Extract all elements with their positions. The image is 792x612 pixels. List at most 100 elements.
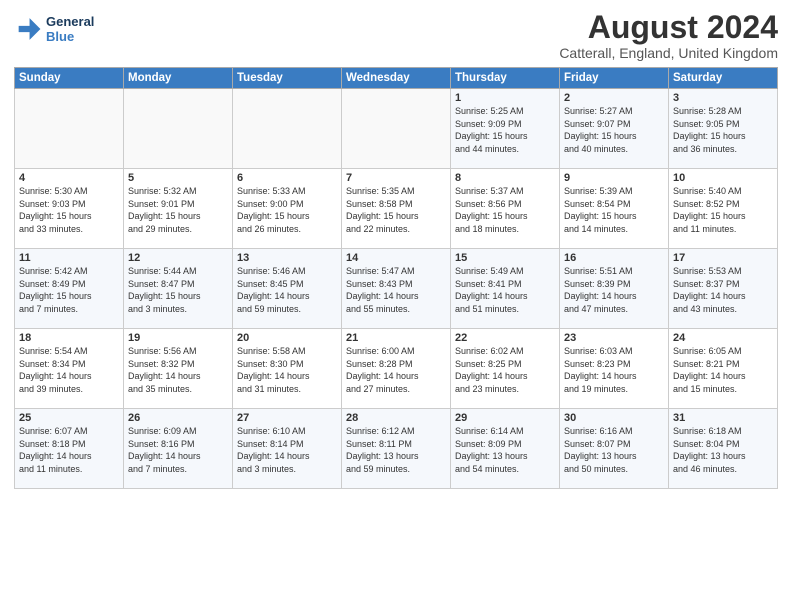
calendar-cell: 30Sunrise: 6:16 AM Sunset: 8:07 PM Dayli… <box>560 409 669 489</box>
col-monday: Monday <box>124 68 233 89</box>
calendar-cell: 23Sunrise: 6:03 AM Sunset: 8:23 PM Dayli… <box>560 329 669 409</box>
calendar-cell: 4Sunrise: 5:30 AM Sunset: 9:03 PM Daylig… <box>15 169 124 249</box>
day-number: 31 <box>673 412 773 424</box>
day-number: 29 <box>455 412 555 424</box>
calendar-cell: 26Sunrise: 6:09 AM Sunset: 8:16 PM Dayli… <box>124 409 233 489</box>
title-block: August 2024 Catterall, England, United K… <box>559 10 778 61</box>
day-info: Sunrise: 5:27 AM Sunset: 9:07 PM Dayligh… <box>564 105 664 155</box>
col-thursday: Thursday <box>451 68 560 89</box>
day-info: Sunrise: 5:49 AM Sunset: 8:41 PM Dayligh… <box>455 265 555 315</box>
day-number: 7 <box>346 172 446 184</box>
calendar-cell: 27Sunrise: 6:10 AM Sunset: 8:14 PM Dayli… <box>233 409 342 489</box>
calendar-cell: 8Sunrise: 5:37 AM Sunset: 8:56 PM Daylig… <box>451 169 560 249</box>
day-number: 10 <box>673 172 773 184</box>
day-info: Sunrise: 5:42 AM Sunset: 8:49 PM Dayligh… <box>19 265 119 315</box>
day-info: Sunrise: 6:03 AM Sunset: 8:23 PM Dayligh… <box>564 345 664 395</box>
day-info: Sunrise: 5:30 AM Sunset: 9:03 PM Dayligh… <box>19 185 119 235</box>
day-number: 22 <box>455 332 555 344</box>
day-number: 3 <box>673 92 773 104</box>
logo-icon <box>14 15 42 43</box>
day-number: 5 <box>128 172 228 184</box>
day-info: Sunrise: 5:33 AM Sunset: 9:00 PM Dayligh… <box>237 185 337 235</box>
day-info: Sunrise: 5:53 AM Sunset: 8:37 PM Dayligh… <box>673 265 773 315</box>
calendar-cell: 13Sunrise: 5:46 AM Sunset: 8:45 PM Dayli… <box>233 249 342 329</box>
calendar-cell: 19Sunrise: 5:56 AM Sunset: 8:32 PM Dayli… <box>124 329 233 409</box>
day-info: Sunrise: 6:05 AM Sunset: 8:21 PM Dayligh… <box>673 345 773 395</box>
calendar-cell: 28Sunrise: 6:12 AM Sunset: 8:11 PM Dayli… <box>342 409 451 489</box>
calendar-cell: 3Sunrise: 5:28 AM Sunset: 9:05 PM Daylig… <box>669 89 778 169</box>
calendar-cell: 17Sunrise: 5:53 AM Sunset: 8:37 PM Dayli… <box>669 249 778 329</box>
day-number: 9 <box>564 172 664 184</box>
calendar-cell: 11Sunrise: 5:42 AM Sunset: 8:49 PM Dayli… <box>15 249 124 329</box>
day-number: 19 <box>128 332 228 344</box>
calendar-cell: 20Sunrise: 5:58 AM Sunset: 8:30 PM Dayli… <box>233 329 342 409</box>
calendar-cell: 24Sunrise: 6:05 AM Sunset: 8:21 PM Dayli… <box>669 329 778 409</box>
col-wednesday: Wednesday <box>342 68 451 89</box>
day-number: 23 <box>564 332 664 344</box>
day-number: 15 <box>455 252 555 264</box>
col-friday: Friday <box>560 68 669 89</box>
day-info: Sunrise: 5:28 AM Sunset: 9:05 PM Dayligh… <box>673 105 773 155</box>
calendar-cell: 5Sunrise: 5:32 AM Sunset: 9:01 PM Daylig… <box>124 169 233 249</box>
calendar-week-5: 25Sunrise: 6:07 AM Sunset: 8:18 PM Dayli… <box>15 409 778 489</box>
day-number: 28 <box>346 412 446 424</box>
day-number: 17 <box>673 252 773 264</box>
calendar-cell: 1Sunrise: 5:25 AM Sunset: 9:09 PM Daylig… <box>451 89 560 169</box>
day-info: Sunrise: 6:07 AM Sunset: 8:18 PM Dayligh… <box>19 425 119 475</box>
day-number: 18 <box>19 332 119 344</box>
calendar-cell: 14Sunrise: 5:47 AM Sunset: 8:43 PM Dayli… <box>342 249 451 329</box>
day-info: Sunrise: 5:44 AM Sunset: 8:47 PM Dayligh… <box>128 265 228 315</box>
calendar-body: 1Sunrise: 5:25 AM Sunset: 9:09 PM Daylig… <box>15 89 778 489</box>
calendar-week-1: 1Sunrise: 5:25 AM Sunset: 9:09 PM Daylig… <box>15 89 778 169</box>
day-info: Sunrise: 6:00 AM Sunset: 8:28 PM Dayligh… <box>346 345 446 395</box>
day-number: 21 <box>346 332 446 344</box>
calendar-cell: 21Sunrise: 6:00 AM Sunset: 8:28 PM Dayli… <box>342 329 451 409</box>
day-number: 4 <box>19 172 119 184</box>
page-header: General Blue August 2024 Catterall, Engl… <box>14 10 778 61</box>
calendar-cell <box>124 89 233 169</box>
calendar-cell: 29Sunrise: 6:14 AM Sunset: 8:09 PM Dayli… <box>451 409 560 489</box>
day-number: 20 <box>237 332 337 344</box>
day-info: Sunrise: 6:10 AM Sunset: 8:14 PM Dayligh… <box>237 425 337 475</box>
calendar-cell: 15Sunrise: 5:49 AM Sunset: 8:41 PM Dayli… <box>451 249 560 329</box>
day-info: Sunrise: 5:56 AM Sunset: 8:32 PM Dayligh… <box>128 345 228 395</box>
calendar-week-3: 11Sunrise: 5:42 AM Sunset: 8:49 PM Dayli… <box>15 249 778 329</box>
day-number: 27 <box>237 412 337 424</box>
calendar-cell: 22Sunrise: 6:02 AM Sunset: 8:25 PM Dayli… <box>451 329 560 409</box>
calendar-cell: 18Sunrise: 5:54 AM Sunset: 8:34 PM Dayli… <box>15 329 124 409</box>
col-tuesday: Tuesday <box>233 68 342 89</box>
calendar-header: Sunday Monday Tuesday Wednesday Thursday… <box>15 68 778 89</box>
day-info: Sunrise: 5:51 AM Sunset: 8:39 PM Dayligh… <box>564 265 664 315</box>
calendar-week-4: 18Sunrise: 5:54 AM Sunset: 8:34 PM Dayli… <box>15 329 778 409</box>
day-info: Sunrise: 5:35 AM Sunset: 8:58 PM Dayligh… <box>346 185 446 235</box>
day-info: Sunrise: 5:54 AM Sunset: 8:34 PM Dayligh… <box>19 345 119 395</box>
day-number: 11 <box>19 252 119 264</box>
day-number: 13 <box>237 252 337 264</box>
calendar-cell <box>342 89 451 169</box>
day-info: Sunrise: 5:25 AM Sunset: 9:09 PM Dayligh… <box>455 105 555 155</box>
calendar-cell: 2Sunrise: 5:27 AM Sunset: 9:07 PM Daylig… <box>560 89 669 169</box>
day-number: 12 <box>128 252 228 264</box>
calendar-cell: 6Sunrise: 5:33 AM Sunset: 9:00 PM Daylig… <box>233 169 342 249</box>
day-info: Sunrise: 5:37 AM Sunset: 8:56 PM Dayligh… <box>455 185 555 235</box>
calendar-cell: 31Sunrise: 6:18 AM Sunset: 8:04 PM Dayli… <box>669 409 778 489</box>
day-info: Sunrise: 5:40 AM Sunset: 8:52 PM Dayligh… <box>673 185 773 235</box>
calendar-cell: 12Sunrise: 5:44 AM Sunset: 8:47 PM Dayli… <box>124 249 233 329</box>
day-info: Sunrise: 5:46 AM Sunset: 8:45 PM Dayligh… <box>237 265 337 315</box>
day-number: 6 <box>237 172 337 184</box>
day-info: Sunrise: 6:09 AM Sunset: 8:16 PM Dayligh… <box>128 425 228 475</box>
day-info: Sunrise: 6:02 AM Sunset: 8:25 PM Dayligh… <box>455 345 555 395</box>
calendar-cell: 10Sunrise: 5:40 AM Sunset: 8:52 PM Dayli… <box>669 169 778 249</box>
logo: General Blue <box>14 14 94 44</box>
day-info: Sunrise: 5:32 AM Sunset: 9:01 PM Dayligh… <box>128 185 228 235</box>
calendar-cell <box>15 89 124 169</box>
calendar-cell: 25Sunrise: 6:07 AM Sunset: 8:18 PM Dayli… <box>15 409 124 489</box>
day-info: Sunrise: 6:16 AM Sunset: 8:07 PM Dayligh… <box>564 425 664 475</box>
day-info: Sunrise: 5:39 AM Sunset: 8:54 PM Dayligh… <box>564 185 664 235</box>
day-info: Sunrise: 6:12 AM Sunset: 8:11 PM Dayligh… <box>346 425 446 475</box>
day-number: 14 <box>346 252 446 264</box>
day-number: 2 <box>564 92 664 104</box>
calendar-week-2: 4Sunrise: 5:30 AM Sunset: 9:03 PM Daylig… <box>15 169 778 249</box>
day-number: 8 <box>455 172 555 184</box>
logo-text-general: General <box>46 14 94 29</box>
